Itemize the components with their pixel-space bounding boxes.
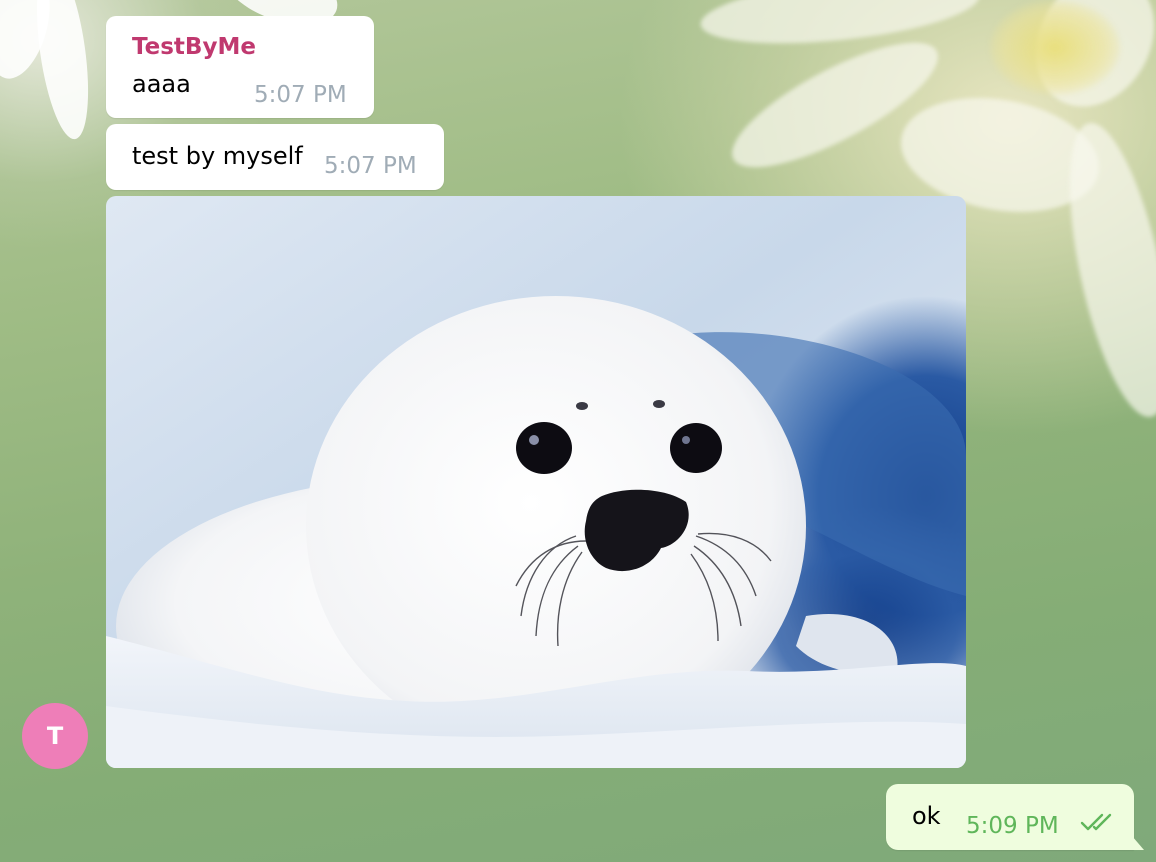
message-bubble-incoming[interactable]: TestByMe aaaa 5:07 PM — [106, 16, 374, 118]
seal-photo — [106, 196, 966, 768]
message-text: test by myself — [132, 142, 303, 170]
message-text: ok — [912, 802, 941, 830]
flower-center — [990, 0, 1120, 95]
chat-background: TestByMe aaaa 5:07 PM test by myself 5:0… — [0, 0, 1156, 862]
message-text: aaaa — [132, 70, 191, 98]
message-time: 5:07 PM — [324, 153, 417, 179]
message-bubble-incoming[interactable]: test by myself 5:07 PM — [106, 124, 444, 190]
photo-message[interactable] — [106, 196, 966, 768]
bubble-tail — [1132, 836, 1144, 850]
avatar[interactable]: T — [22, 703, 88, 769]
message-time: 5:07 PM — [254, 82, 347, 108]
sender-name[interactable]: TestByMe — [132, 34, 256, 60]
message-bubble-outgoing[interactable]: ok 5:09 PM — [886, 784, 1144, 850]
decorative-petal — [697, 0, 983, 55]
decorative-petal — [27, 0, 98, 143]
message-time: 5:09 PM — [966, 813, 1059, 839]
double-check-icon — [1080, 813, 1112, 831]
